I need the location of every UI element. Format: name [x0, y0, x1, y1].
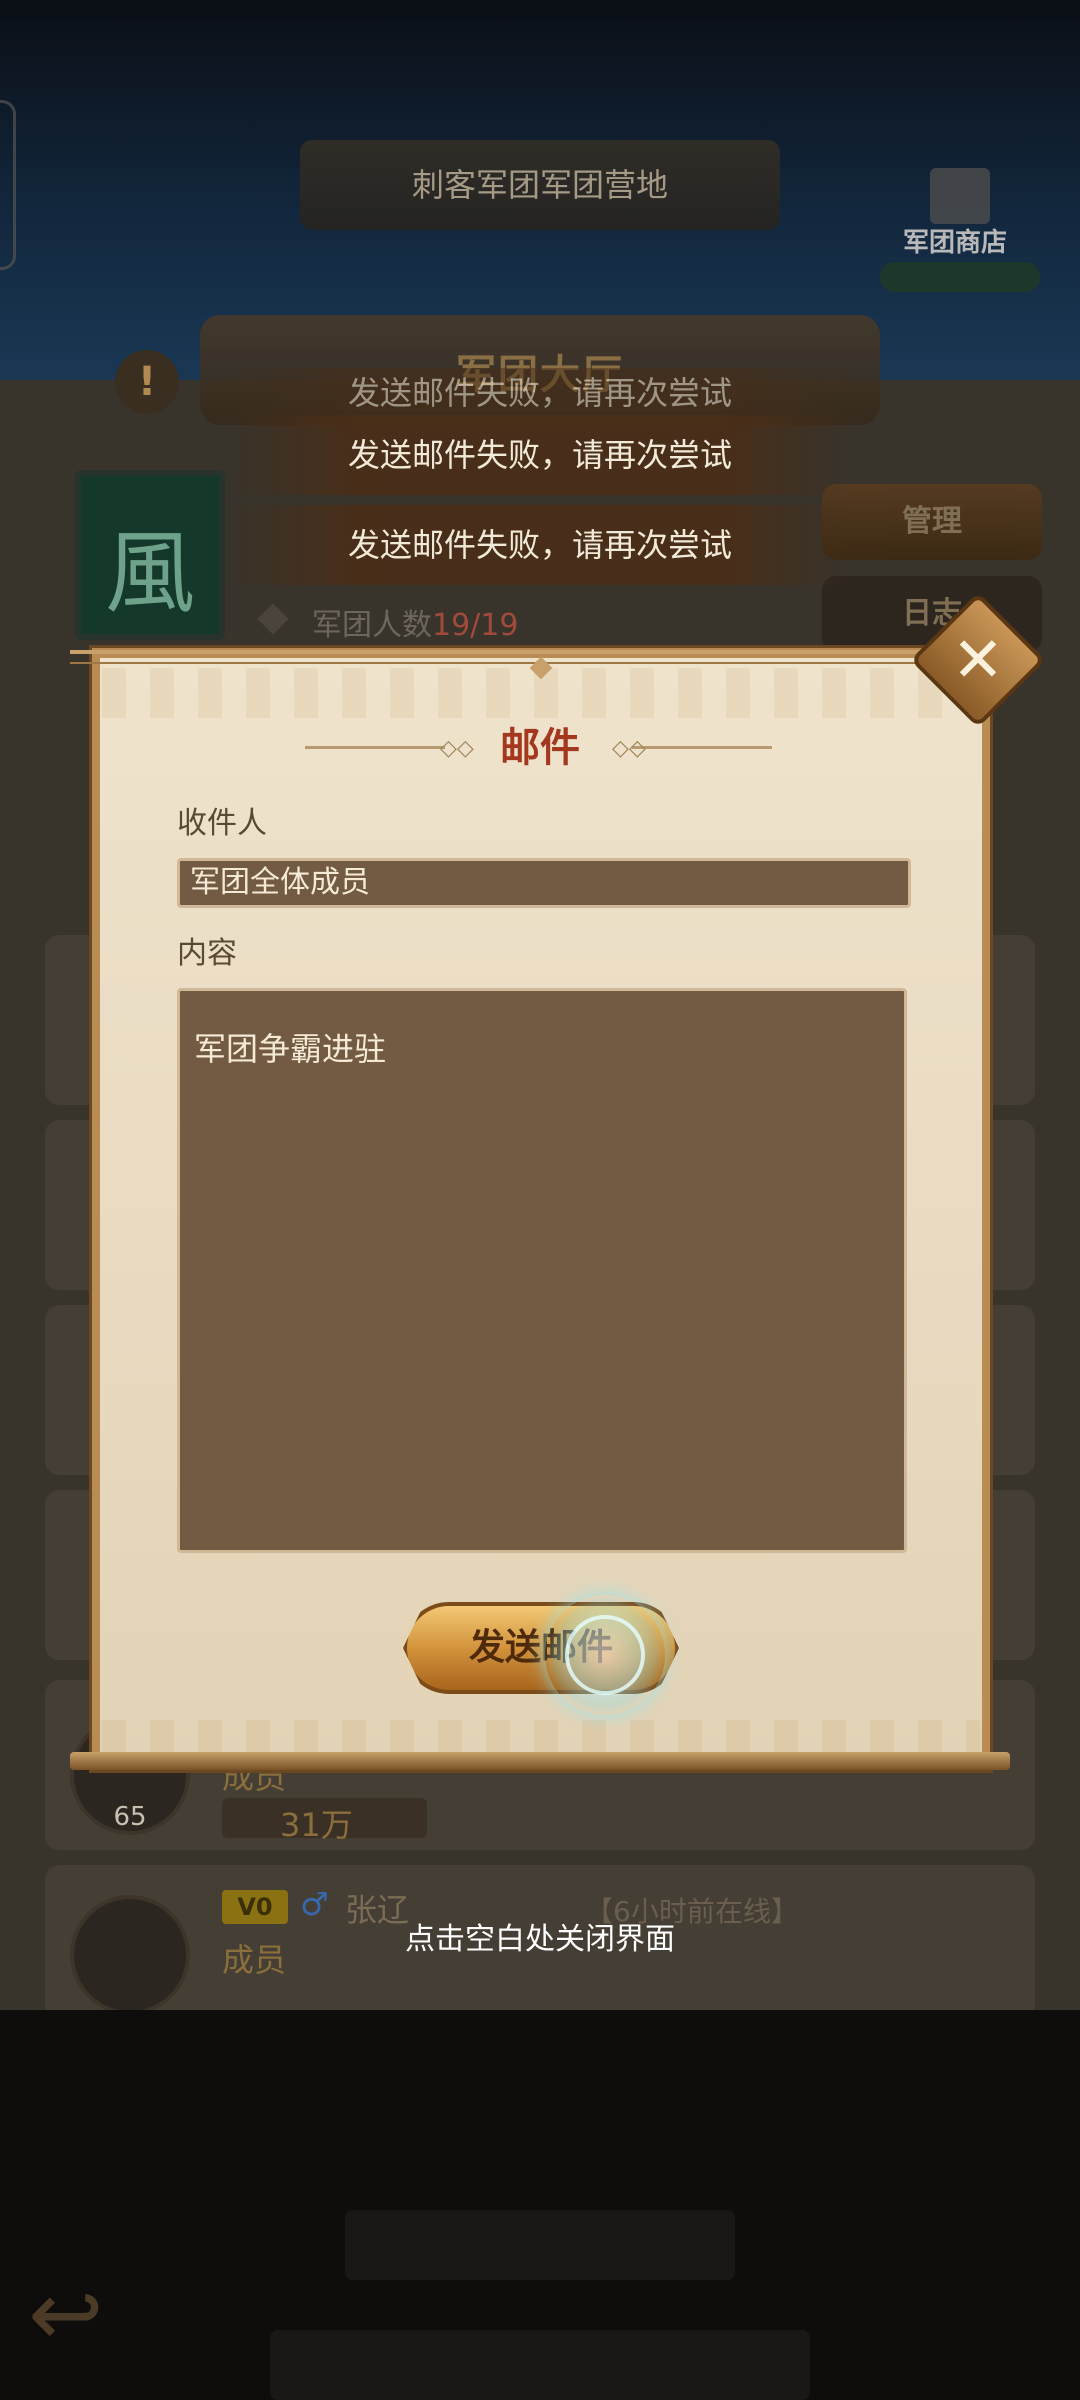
recipient-field[interactable]: 军团全体成员 — [177, 858, 911, 908]
male-icon: ♂ — [300, 1885, 329, 1923]
recipient-label: 收件人 — [177, 806, 267, 841]
error-toast: 发送邮件失败，请再次尝试 — [230, 415, 850, 495]
error-toast: 发送邮件失败，请再次尝试 — [230, 505, 850, 585]
vip-badge: V0 — [222, 1890, 288, 1924]
shop-progress-bar — [880, 262, 1040, 292]
shop-label[interactable]: 军团商店 — [895, 222, 1015, 259]
member-count-row: 军团人数19/19 — [312, 600, 518, 644]
member-level: 65 — [113, 1802, 147, 1832]
bottom-slot — [270, 2330, 810, 2400]
camp-title: 刺客军团军团营地 — [411, 166, 668, 204]
title-divider-right — [632, 746, 772, 749]
manage-button[interactable]: 管理 — [822, 484, 1042, 560]
left-edge-frame — [0, 100, 16, 270]
avatar — [70, 1895, 190, 2015]
guild-flag-glyph: 風 — [105, 521, 195, 626]
dialog-bottom-pattern — [102, 1720, 980, 1752]
title-divider-left — [305, 746, 445, 749]
alert-icon[interactable]: ! — [115, 350, 179, 414]
bottom-slot — [345, 2210, 735, 2280]
close-hint: 点击空白处关闭界面 — [405, 1922, 675, 1957]
content-label: 内容 — [177, 936, 237, 971]
back-arrow-icon[interactable]: ↩ — [28, 2270, 148, 2360]
dialog-bottom-trim — [70, 1752, 1010, 1770]
close-icon[interactable]: ✕ — [930, 612, 1026, 708]
member-count-label: 军团人数 — [312, 608, 432, 643]
member-count-value: 19/19 — [432, 608, 519, 643]
shop-icon[interactable] — [930, 168, 990, 224]
member-role: 成员 — [222, 1941, 287, 1979]
member-power: 31万 — [280, 1806, 353, 1844]
dialog-title: 邮件 — [500, 725, 580, 771]
content-textarea[interactable]: 军团争霸进驻 — [177, 988, 907, 1553]
tap-ripple-ring — [565, 1615, 645, 1695]
